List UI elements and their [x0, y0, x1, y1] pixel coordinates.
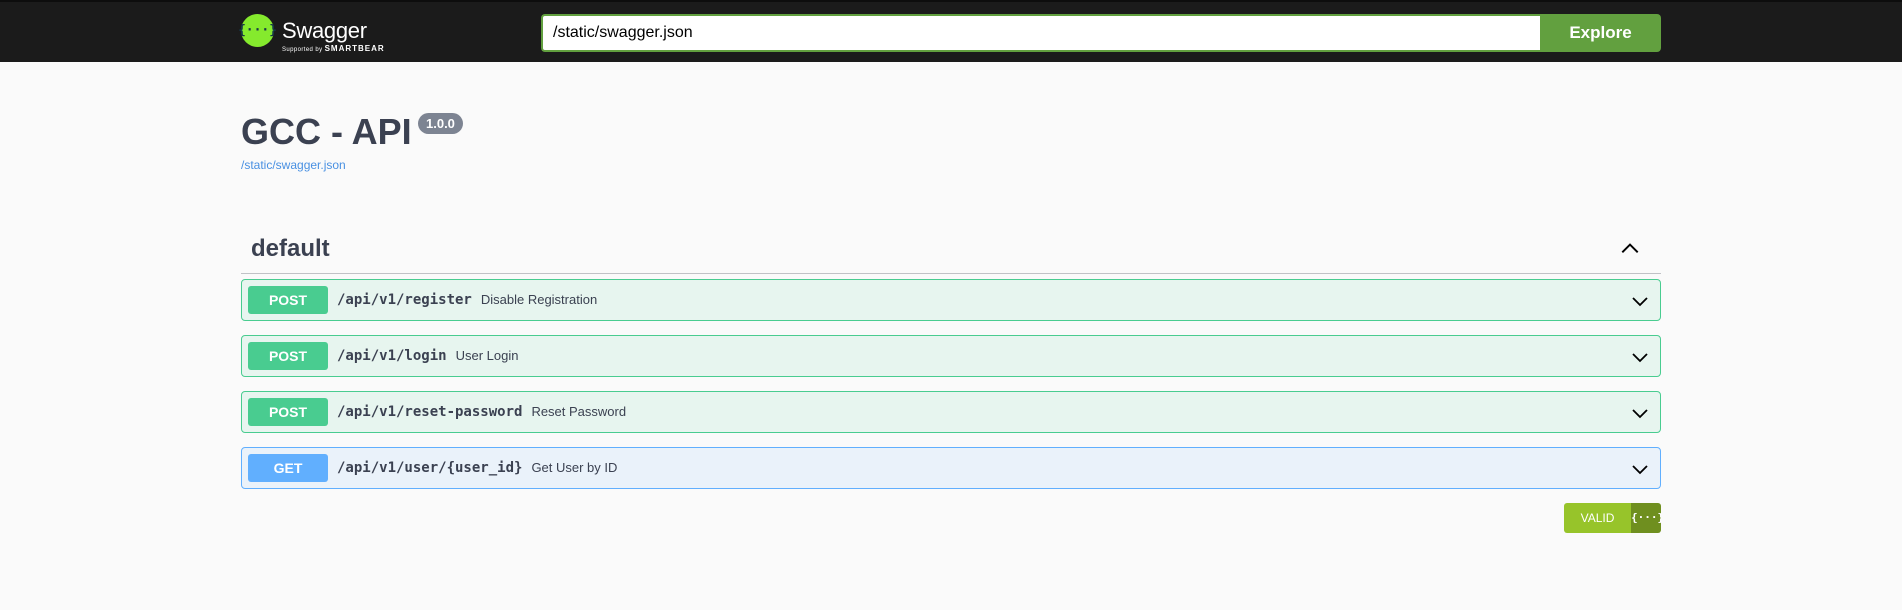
- method-badge: POST: [248, 342, 328, 370]
- swagger-logo[interactable]: {···} Swagger Supported by SMARTBEAR: [238, 13, 384, 55]
- operation-summary: User Login: [455, 348, 519, 363]
- supported-by-label: Supported by: [282, 47, 323, 53]
- validator-json-icon: {···}: [1631, 503, 1661, 533]
- operation-path: /api/v1/register Disable Registration: [337, 292, 597, 308]
- chevron-down-icon[interactable]: [1630, 459, 1650, 479]
- supported-by-text: Supported by SMARTBEAR: [282, 44, 385, 53]
- company-name: SMARTBEAR: [324, 44, 385, 53]
- chevron-down-icon[interactable]: [1630, 347, 1650, 367]
- operation-row[interactable]: POST /api/v1/register Disable Registratio…: [241, 279, 1661, 321]
- explore-button[interactable]: Explore: [1540, 14, 1661, 52]
- method-badge: GET: [248, 454, 328, 482]
- operation-summary: Reset Password: [531, 404, 627, 419]
- spec-url-input[interactable]: [541, 14, 1540, 52]
- method-badge: POST: [248, 398, 328, 426]
- version-badge: 1.0.0: [418, 113, 463, 134]
- operation-row[interactable]: GET /api/v1/user/{user_id} Get User by ID: [241, 447, 1661, 489]
- operation-path: /api/v1/login User Login: [337, 348, 518, 364]
- operation-path-text: /api/v1/register: [337, 292, 472, 308]
- operation-path: /api/v1/user/{user_id} Get User by ID: [337, 460, 617, 476]
- tag-section-header[interactable]: default: [241, 228, 1661, 274]
- validator-badge[interactable]: VALID {···}: [1564, 503, 1661, 533]
- api-title: GCC - API: [241, 111, 412, 152]
- operation-row[interactable]: POST /api/v1/login User Login: [241, 335, 1661, 377]
- operation-summary: Get User by ID: [531, 460, 618, 475]
- operation-path: /api/v1/reset-password Reset Password: [337, 404, 626, 420]
- validator-label: VALID: [1564, 503, 1631, 533]
- spec-url-link[interactable]: /static/swagger.json: [241, 158, 346, 172]
- tag-name: default: [251, 235, 330, 262]
- operation-path-text: /api/v1/login: [337, 348, 447, 364]
- brand-name: Swagger: [282, 18, 367, 43]
- operation-path-text: /api/v1/user/{user_id}: [337, 460, 523, 476]
- swagger-logo-icon: {···}: [238, 14, 277, 47]
- chevron-down-icon[interactable]: [1630, 291, 1650, 311]
- chevron-down-icon[interactable]: [1630, 403, 1650, 423]
- chevron-up-icon[interactable]: [1619, 238, 1641, 260]
- topbar: {···} Swagger Supported by SMARTBEAR Exp…: [0, 0, 1902, 62]
- operation-summary: Disable Registration: [480, 292, 598, 307]
- method-badge: POST: [248, 286, 328, 314]
- operation-path-text: /api/v1/reset-password: [337, 404, 523, 420]
- operation-row[interactable]: POST /api/v1/reset-password Reset Passwor…: [241, 391, 1661, 433]
